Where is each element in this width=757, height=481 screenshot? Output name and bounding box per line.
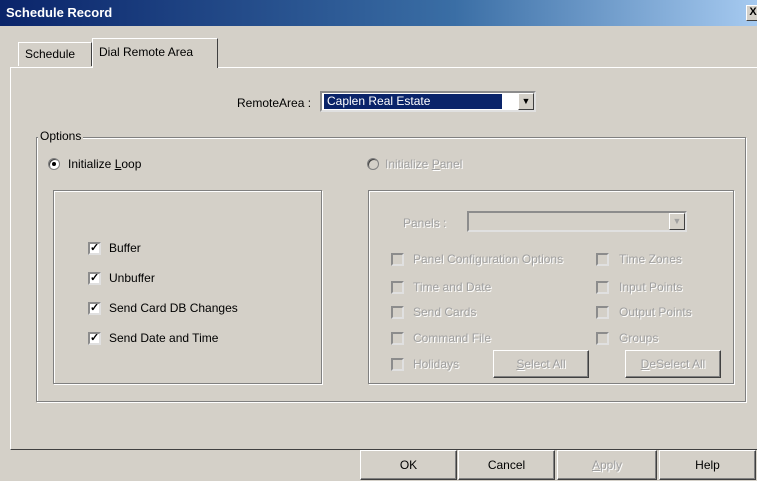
time-zones-checkbox[interactable] <box>596 253 609 266</box>
cancel-button[interactable]: Cancel <box>458 450 555 480</box>
send-cards-label: Send Cards <box>413 305 477 319</box>
options-legend: Options <box>38 129 84 143</box>
chevron-down-icon: ▼ <box>672 216 682 226</box>
holidays-checkbox[interactable] <box>391 358 404 371</box>
panel-config-checkbox[interactable] <box>391 253 404 266</box>
command-file-checkbox[interactable] <box>391 332 404 345</box>
unbuffer-label: Unbuffer <box>109 271 155 285</box>
remote-area-label: RemoteArea : <box>237 96 312 110</box>
send-date-time-checkbox[interactable]: ✓ <box>88 332 101 345</box>
init-panel-label: Initialize Panel <box>385 157 463 171</box>
loop-options-box <box>53 190 322 384</box>
close-icon: X <box>749 6 757 18</box>
remote-area-select[interactable]: Caplen Real Estate ▼ <box>320 91 536 112</box>
command-file-label: Command File <box>413 331 492 345</box>
tab-dial-remote-area-label: Dial Remote Area <box>99 45 194 59</box>
close-button[interactable]: X <box>746 5 757 21</box>
init-loop-radio[interactable] <box>48 158 60 170</box>
input-points-checkbox[interactable] <box>596 281 609 294</box>
remote-area-value: Caplen Real Estate <box>324 94 502 109</box>
init-loop-radio-option[interactable]: Initialize Loop <box>48 157 248 173</box>
tab-schedule-label: Schedule <box>25 47 76 61</box>
title-bar: Schedule Record X <box>0 0 757 26</box>
init-panel-radio-option[interactable]: Initialize Panel <box>367 157 567 173</box>
apply-button[interactable]: Apply <box>557 450 657 480</box>
tab-schedule[interactable]: Schedule <box>18 42 92 66</box>
output-points-label: Output Points <box>619 305 692 319</box>
init-loop-label: Initialize Loop <box>68 157 142 171</box>
groups-label: Groups <box>619 331 659 345</box>
panels-dropdown-button[interactable]: ▼ <box>669 213 685 230</box>
unbuffer-checkbox[interactable]: ✓ <box>88 272 101 285</box>
buffer-label: Buffer <box>109 241 141 255</box>
ok-button[interactable]: OK <box>360 450 457 480</box>
send-card-db-label: Send Card DB Changes <box>109 301 238 315</box>
holidays-label: Holidays <box>413 357 460 371</box>
send-card-db-checkbox[interactable]: ✓ <box>88 302 101 315</box>
init-panel-radio[interactable] <box>367 158 379 170</box>
time-date-label: Time and Date <box>413 280 492 294</box>
deselect-all-button[interactable]: DeSelect All <box>625 350 721 378</box>
panels-label: Panels : <box>403 216 447 230</box>
window-title: Schedule Record <box>6 5 113 20</box>
buffer-checkbox[interactable]: ✓ <box>88 242 101 255</box>
output-points-checkbox[interactable] <box>596 306 609 319</box>
panel-config-label: Panel Configuration Options <box>413 252 564 266</box>
send-cards-checkbox[interactable] <box>391 306 404 319</box>
time-date-checkbox[interactable] <box>391 281 404 294</box>
time-zones-label: Time Zones <box>619 252 682 266</box>
panels-select[interactable]: ▼ <box>467 211 687 232</box>
chevron-down-icon: ▼ <box>521 96 531 106</box>
tab-dial-remote-area[interactable]: Dial Remote Area <box>92 38 218 68</box>
groups-checkbox[interactable] <box>596 332 609 345</box>
select-all-button[interactable]: Select All <box>493 350 589 378</box>
help-button[interactable]: Help <box>659 450 756 480</box>
input-points-label: Input Points <box>619 280 683 294</box>
remote-area-dropdown-button[interactable]: ▼ <box>518 93 534 110</box>
send-date-time-label: Send Date and Time <box>109 331 219 345</box>
